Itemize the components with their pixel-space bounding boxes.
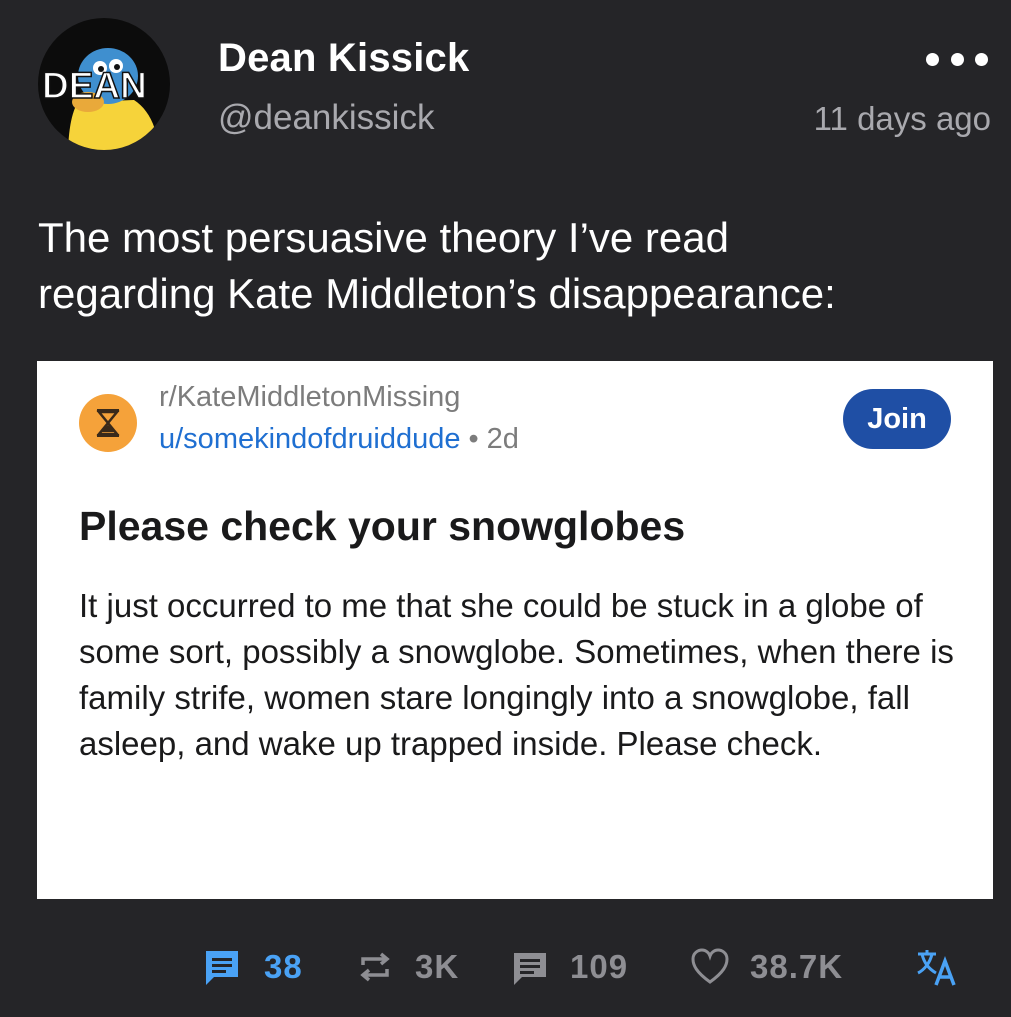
likes-count: 38.7K (750, 948, 844, 985)
repost-button[interactable]: 3K (355, 942, 459, 992)
embedded-post-title: Please check your snowglobes (79, 503, 686, 549)
action-bar: 38 3K 109 38.7K (0, 942, 1011, 992)
avatar[interactable]: DEAN (38, 18, 170, 150)
post-timestamp[interactable]: 11 days ago (814, 100, 991, 138)
embedded-image[interactable]: r/KateMiddletonMissing u/somekindofdruid… (37, 361, 993, 899)
subreddit-name: r/KateMiddletonMissing (159, 381, 461, 413)
repost-icon (360, 952, 390, 982)
quotes-count: 38 (264, 948, 303, 985)
quotes-button[interactable]: 38 (200, 942, 303, 992)
reply-button[interactable]: 109 (510, 942, 628, 992)
heart-icon (691, 948, 729, 984)
post-text: The most persuasive theory I’ve read reg… (38, 214, 836, 317)
meta-separator: • (468, 423, 479, 455)
reply-icon (514, 953, 546, 985)
display-name[interactable]: Dean Kissick (218, 36, 469, 81)
reddit-username: u/somekindofdruiddude (159, 423, 461, 455)
join-button: Join (843, 389, 951, 449)
translate-button[interactable] (914, 942, 958, 992)
reposts-count: 3K (415, 948, 460, 985)
post-meta: u/somekindofdruiddude • 2d (159, 423, 519, 456)
avatar-logo-text: DEAN (42, 65, 147, 106)
subreddit-hourglass-icon (79, 394, 137, 452)
quote-icon (206, 951, 238, 985)
translate-icon (917, 950, 956, 986)
handle[interactable]: @deankissick (218, 98, 434, 138)
embedded-post-body: It just occurred to me that she could be… (79, 587, 954, 762)
replies-count: 109 (570, 948, 629, 985)
more-dot-icon (950, 52, 964, 66)
like-button[interactable]: 38.7K (690, 942, 843, 992)
more-dot-icon (975, 52, 988, 66)
more-options-button[interactable] (926, 44, 988, 74)
more-dot-icon (926, 52, 939, 66)
post-age: 2d (486, 423, 519, 455)
